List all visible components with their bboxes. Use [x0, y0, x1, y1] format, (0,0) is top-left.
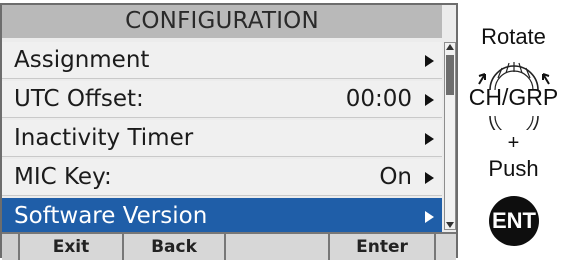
chevron-right-icon	[425, 172, 434, 184]
key-instruction-panel: Rotate CH/GRP + Push ENT	[462, 0, 565, 258]
chevron-right-icon	[425, 55, 434, 67]
menu-item-utc-offset[interactable]: UTC Offset: 00:00	[2, 81, 442, 118]
ent-key-icon: ENT	[489, 196, 539, 246]
scrollbar-thumb[interactable]	[446, 55, 454, 95]
softkey-bar: Exit Back Enter	[2, 232, 456, 260]
menu-item-assignment[interactable]: Assignment	[2, 42, 442, 79]
screen-title: CONFIGURATION	[2, 5, 442, 38]
blank-softkey[interactable]	[226, 234, 330, 260]
softkey-spacer	[2, 234, 20, 260]
menu-item-value: 00:00	[345, 86, 412, 112]
menu-item-label: UTC Offset:	[14, 86, 144, 112]
menu-item-label: MIC Key:	[14, 164, 112, 190]
dial-label: CH/GRP	[468, 84, 559, 110]
scroll-up-icon	[446, 44, 454, 50]
chevron-right-icon	[425, 94, 434, 106]
radio-screen: CONFIGURATION Assignment UTC Offset: 00:…	[0, 3, 458, 260]
plus-label: +	[507, 132, 520, 154]
menu-item-label: Assignment	[14, 47, 150, 73]
enter-softkey[interactable]: Enter	[330, 234, 436, 260]
softkey-spacer	[436, 234, 456, 260]
rotate-label: Rotate	[481, 24, 546, 49]
menu-item-software-version[interactable]: Software Version	[2, 198, 442, 235]
scroll-down-icon	[446, 222, 454, 228]
menu-scrollbar[interactable]	[444, 42, 456, 230]
menu-item-mic-key[interactable]: MIC Key: On	[2, 159, 442, 196]
chevron-right-icon	[425, 133, 434, 145]
back-softkey[interactable]: Back	[124, 234, 226, 260]
exit-softkey[interactable]: Exit	[20, 234, 124, 260]
push-label: Push	[488, 156, 539, 181]
menu-list: Assignment UTC Offset: 00:00 Inactivity …	[2, 42, 442, 237]
menu-item-label: Inactivity Timer	[14, 125, 194, 151]
menu-item-inactivity-timer[interactable]: Inactivity Timer	[2, 120, 442, 157]
chevron-right-icon	[425, 211, 434, 223]
menu-item-label: Software Version	[14, 203, 208, 229]
menu-item-value: On	[379, 164, 412, 190]
